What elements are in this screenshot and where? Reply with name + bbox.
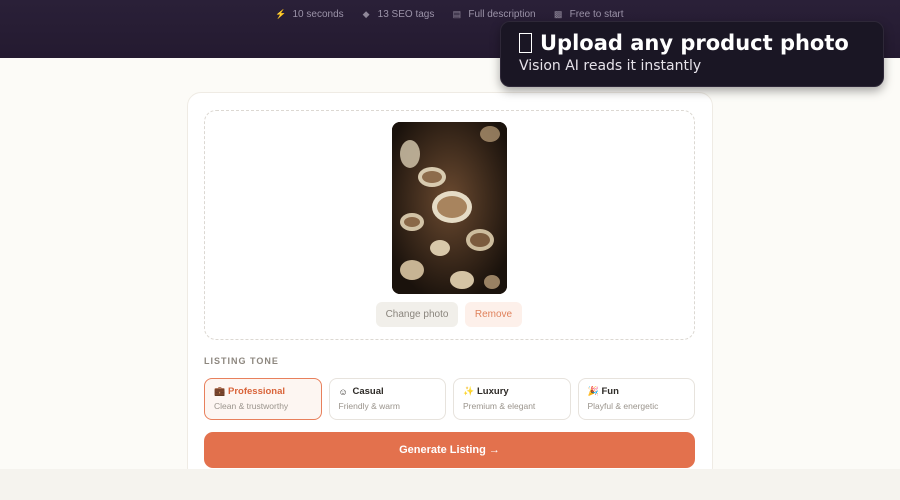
feature-list: ⚡ 10 seconds ◆ 13 SEO tags ▤ Full descri… — [0, 9, 900, 20]
tone-subtitle: Friendly & warm — [338, 401, 400, 411]
tone-option-professional[interactable]: 💼 Professional Clean & trustworthy — [204, 378, 322, 420]
tone-title: 💼 Professional — [214, 386, 312, 397]
tone-option-fun[interactable]: 🎉 Fun Playful & energetic — [577, 378, 695, 420]
feature-label: 13 SEO tags — [377, 9, 435, 20]
listing-tone-label: LISTING TONE — [204, 356, 279, 366]
tone-title-text: Fun — [601, 386, 619, 397]
tone-title-text: Luxury — [477, 386, 509, 397]
tone-title: ✨ Luxury — [463, 386, 561, 397]
smile-icon: ☺ — [338, 386, 348, 397]
onboarding-tooltip: Upload any product photo Vision AI reads… — [500, 21, 884, 87]
tooltip-subtitle: Vision AI reads it instantly — [519, 58, 702, 74]
tone-subtitle: Playful & energetic — [587, 401, 659, 411]
feature-label: Full description — [468, 9, 536, 20]
tone-title-text: Professional — [228, 386, 286, 397]
feature-item: ◆ 13 SEO tags — [362, 9, 435, 20]
sparkle-icon: ✨ — [463, 386, 475, 396]
product-photo-image — [392, 122, 507, 294]
missing-glyph-icon — [519, 33, 532, 53]
tone-option-luxury[interactable]: ✨ Luxury Premium & elegant — [453, 378, 571, 420]
change-photo-button[interactable]: Change photo — [376, 302, 458, 327]
party-icon: 🎉 — [587, 386, 599, 396]
tone-option-casual[interactable]: ☺ Casual Friendly & warm — [328, 378, 446, 420]
briefcase-icon: 💼 — [214, 386, 226, 396]
feature-label: Free to start — [569, 9, 624, 20]
feature-item: ▤ Full description — [452, 9, 536, 20]
tooltip-title: Upload any product photo — [519, 31, 883, 55]
tone-title: ☺ Casual — [339, 386, 437, 397]
tone-options: 💼 Professional Clean & trustworthy ☺ Cas… — [204, 378, 695, 420]
tone-title-text: Casual — [352, 386, 384, 397]
feature-item: ▩ Free to start — [554, 9, 624, 20]
tooltip-title-text: Upload any product photo — [540, 31, 849, 55]
tone-subtitle: Clean & trustworthy — [214, 401, 289, 411]
document-icon: ▤ — [452, 9, 462, 19]
tag-icon: ◆ — [362, 9, 370, 19]
page-footer-bg — [0, 469, 900, 500]
product-photo — [392, 122, 507, 294]
tone-subtitle: Premium & elegant — [463, 401, 536, 411]
feature-item: ⚡ 10 seconds — [275, 9, 344, 20]
feature-label: 10 seconds — [292, 9, 344, 20]
lightning-icon: ⚡ — [275, 9, 287, 19]
tone-title: 🎉 Fun — [588, 386, 686, 397]
gift-icon: ▩ — [553, 9, 563, 19]
remove-photo-button[interactable]: Remove — [465, 302, 522, 327]
generate-listing-button[interactable]: Generate Listing → — [204, 432, 695, 468]
